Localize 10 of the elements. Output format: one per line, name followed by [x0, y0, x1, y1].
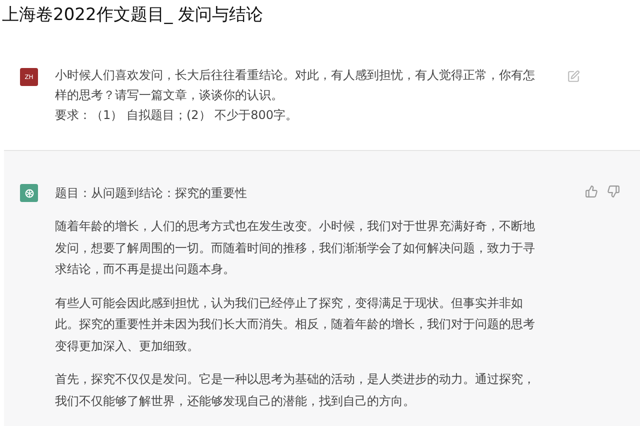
thumbs-down-icon[interactable] [607, 185, 620, 198]
response-paragraph: 首先，探究不仅仅是发问。它是一种以思考为基础的活动，是人类进步的动力。通过探究，我们不仅能够了解世界，还能够发现自己的潜能，找到自己的方向。 [55, 371, 536, 410]
thumbs-up-icon[interactable] [585, 185, 598, 198]
response-paragraph: 有些人可能会因此感到担忧，认为我们已经停止了探究，变得满足于现状。但事实并非如此。探究的重要性并未因为我们长大而消失。相反，随着年龄的增长，我们对于问题的思考变得更加深入、更加细致。 [55, 294, 536, 354]
user-prompt-text: 小时候人们喜欢发问，长大后往往看重结论。对此，有人感到担忧，有人觉得正常，你有怎样的思考？请写一篇文章，谈谈你的认识。 [55, 67, 535, 104]
response-paragraph: 随着年龄的增长，人们的思考方式也在发生改变。小时候，我们对于世界充满好奇，不断地发问，想要了解周围的一切。而随着时间的推移，我们渐渐学会了如何解决问题，致力于寻求结论，而不再是提出问题本身。 [55, 218, 536, 278]
user-prompt-text: 要求：（1） 自拟题目；(2） 不少于800字。 [55, 107, 298, 124]
response-heading: 题目：从问题到结论：探究的重要性 [55, 185, 248, 202]
edit-icon[interactable] [567, 70, 580, 83]
page-title: 上海卷2022作文题目_ 发问与结论 [1, 4, 264, 27]
